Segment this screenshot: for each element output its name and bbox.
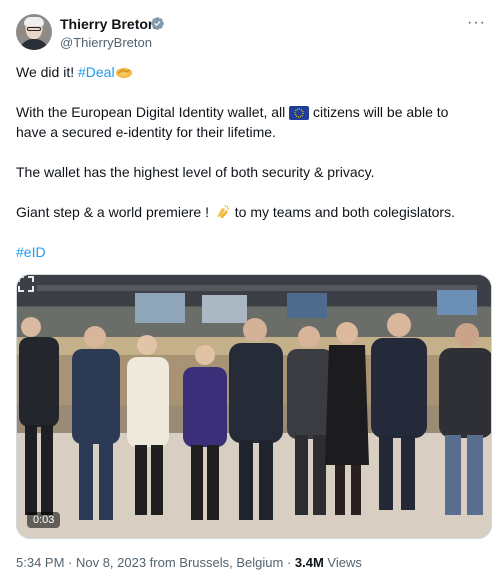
tweet-text-wallet: With the European Digital Identity walle… [16,104,290,120]
tweet-timestamp-location[interactable]: 5:34 PM · Nov 8, 2023 from Brussels, Bel… [16,555,295,570]
tweet-line-5: Giant step & a world premiere ! to my te… [16,202,455,222]
author-avatar[interactable] [16,14,52,50]
tweet-line-3: have a secured e-identity for their life… [16,124,276,140]
tweet-text-citizens: citizens will be able to [309,104,449,120]
tweet-video[interactable]: 0:03 [16,274,492,539]
tweet-line-2: With the European Digital Identity walle… [16,102,448,122]
more-options-icon[interactable]: ··· [467,14,486,32]
tweet-text-thanks: to my teams and both colegislators. [230,204,455,220]
handshake-emoji-icon [115,68,132,78]
views-count: 3.4M [294,555,324,570]
author-name[interactable]: Thierry Breton [60,16,156,32]
group-photo-scene [17,275,491,538]
hashtag-deal-link[interactable]: #Deal [78,64,115,80]
video-time-badge: 0:03 [27,512,61,528]
tweet-text-intro: We did it! [16,64,78,80]
verified-badge-icon [151,17,164,30]
author-handle[interactable]: @ThierryBreton [60,35,152,50]
views-label: Views [323,555,362,570]
tweet-line-1: We did it! #Deal [16,62,133,82]
clapping-hands-emoji-icon [216,204,229,218]
fullscreen-icon[interactable] [17,275,35,293]
tweet-line-4: The wallet has the highest level of both… [16,164,375,180]
eu-flag-icon [289,106,310,120]
tweet-header: Thierry Breton @ThierryBreton ··· [16,14,486,54]
hashtag-eid-link[interactable]: #eID [16,242,46,262]
tweet-text-giant-step: Giant step & a world premiere ! [16,204,213,220]
tweet-meta: 5:34 PM · Nov 8, 2023 from Brussels, Bel… [16,555,362,570]
